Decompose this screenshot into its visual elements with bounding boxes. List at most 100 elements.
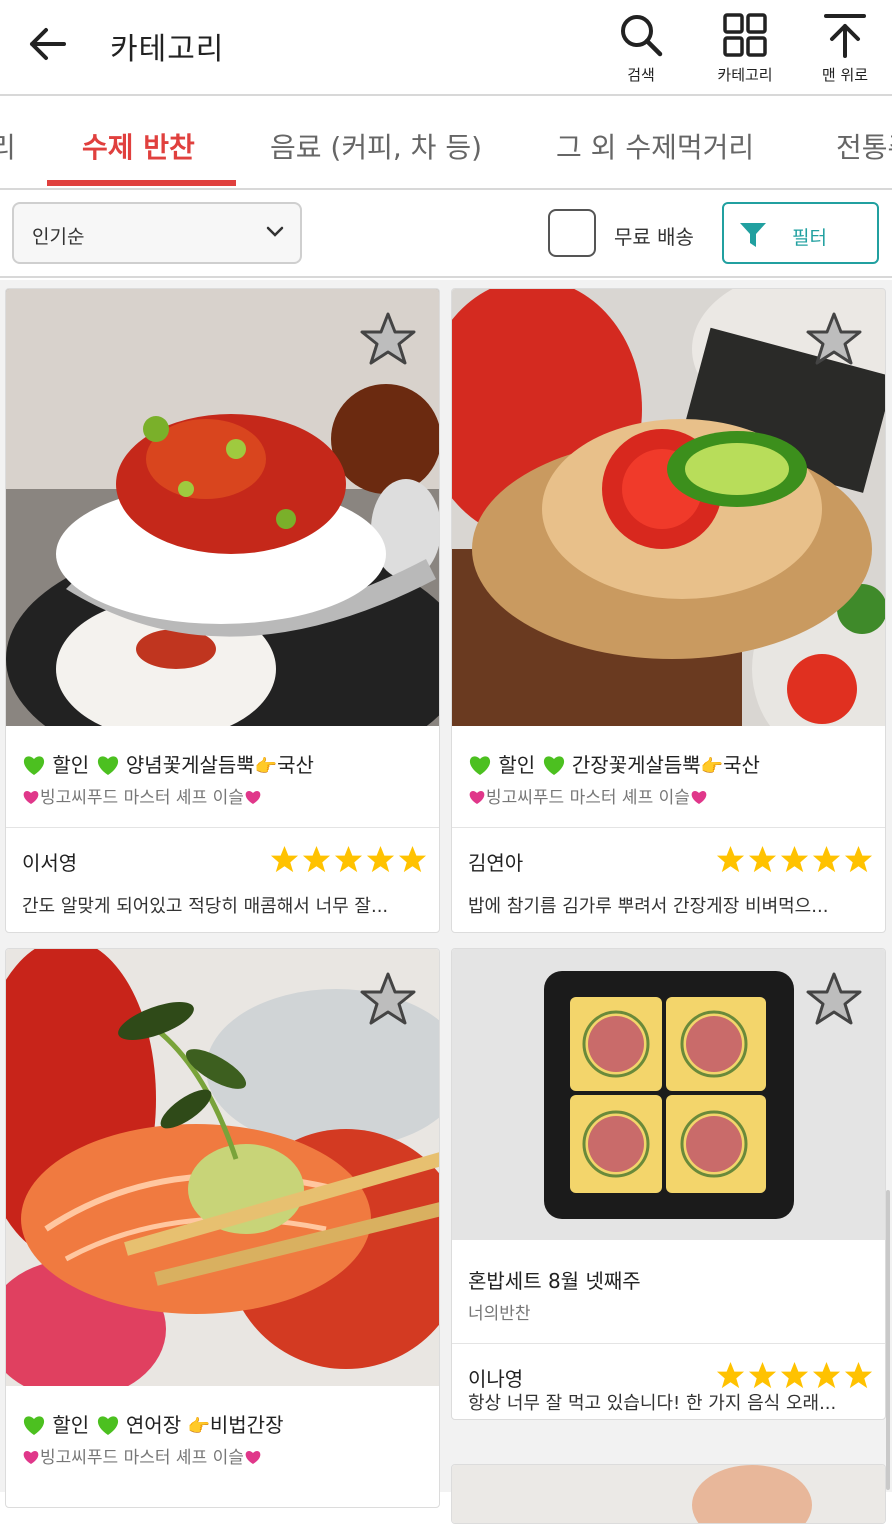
top-label: 맨 위로 bbox=[821, 66, 869, 84]
sparkle-heart-icon bbox=[245, 1451, 261, 1464]
scrollbar[interactable] bbox=[886, 1190, 890, 1490]
sort-dropdown[interactable]: 인기순 bbox=[12, 202, 302, 264]
tab-beverage[interactable]: 음료 (커피, 차 등) bbox=[270, 126, 482, 166]
product-name: 할인 간장꽃게살듬뿍👉국산 bbox=[468, 749, 760, 778]
product-name-origin: 국산 bbox=[277, 753, 314, 777]
rating-star-icon bbox=[270, 845, 299, 873]
free-shipping-checkbox[interactable] bbox=[548, 209, 596, 257]
reviewer-name: 이서영 bbox=[22, 851, 78, 875]
pointing-hand-icon: 👉 bbox=[187, 1416, 210, 1437]
product-name: 할인 양념꽃게살듬뿍👉국산 bbox=[22, 749, 314, 778]
seller-name-text: 빙고씨푸드 마스터 셰프 이슬 bbox=[40, 1448, 244, 1468]
tab-other-food[interactable]: 그 외 수제먹거리 bbox=[556, 126, 754, 166]
product-name-origin: 국산 bbox=[723, 753, 760, 777]
rating-star-icon bbox=[748, 1361, 777, 1389]
pointing-hand-icon: 👉 bbox=[700, 756, 724, 777]
favorite-star-icon[interactable] bbox=[805, 971, 863, 1029]
rating-star-icon bbox=[748, 845, 777, 873]
product-card[interactable]: 혼밥세트 8월 넷째주 너의반찬 이나영 항상 너무 잘 먹고 있습니다! 한 … bbox=[451, 948, 886, 1420]
sparkle-heart-icon bbox=[245, 791, 261, 804]
green-heart-icon bbox=[97, 756, 118, 775]
product-card[interactable]: 할인 양념꽃게살듬뿍👉국산 빙고씨푸드 마스터 셰프 이슬 이서영 간도 알맞게… bbox=[5, 288, 440, 933]
rating-star-icon bbox=[780, 845, 809, 873]
sparkle-heart-icon bbox=[691, 791, 707, 804]
rating-star-icon bbox=[716, 845, 745, 873]
sparkle-heart-icon bbox=[23, 1451, 39, 1464]
rating-star-icon bbox=[716, 1361, 745, 1389]
rating-star-icon bbox=[844, 845, 873, 873]
rating-star-icon bbox=[366, 845, 395, 873]
favorite-star-icon[interactable] bbox=[359, 971, 417, 1029]
green-heart-icon bbox=[23, 1416, 45, 1435]
product-name-main: 간장꽃게살듬뿍 bbox=[571, 753, 701, 777]
product-image bbox=[452, 1465, 885, 1523]
favorite-star-icon[interactable] bbox=[805, 311, 863, 369]
seller-name-text: 빙고씨푸드 마스터 셰프 이슬 bbox=[486, 788, 690, 808]
free-shipping-label: 무료 배송 bbox=[614, 225, 694, 249]
pointing-hand-icon: 👉 bbox=[254, 756, 278, 777]
search-label: 검색 bbox=[627, 66, 655, 84]
product-card[interactable] bbox=[451, 1464, 886, 1524]
product-name: 할인 연어장 👉비법간장 bbox=[22, 1409, 283, 1438]
product-name-origin: 비법간장 bbox=[209, 1413, 284, 1437]
green-heart-icon bbox=[97, 1416, 118, 1435]
rating-star-icon bbox=[398, 845, 427, 873]
rating-star-icon bbox=[812, 845, 841, 873]
product-name-discount: 할인 bbox=[52, 1413, 90, 1437]
filter-button[interactable]: 필터 bbox=[722, 202, 879, 264]
favorite-star-icon[interactable] bbox=[359, 311, 417, 369]
grid-icon bbox=[723, 13, 767, 57]
green-heart-icon bbox=[543, 756, 564, 775]
product-card[interactable]: 할인 간장꽃게살듬뿍👉국산 빙고씨푸드 마스터 셰프 이슬 김연아 밥에 참기름… bbox=[451, 288, 886, 933]
reviewer-name: 이나영 bbox=[468, 1367, 524, 1391]
arrow-up-icon bbox=[824, 14, 866, 58]
seller-name: 너의반찬 bbox=[468, 1304, 531, 1324]
product-name-discount: 할인 bbox=[498, 753, 536, 777]
seller-name: 빙고씨푸드 마스터 셰프 이슬 bbox=[468, 783, 708, 808]
sparkle-heart-icon bbox=[23, 791, 39, 804]
green-heart-icon bbox=[469, 756, 491, 775]
seller-name-text: 빙고씨푸드 마스터 셰프 이슬 bbox=[40, 788, 244, 808]
rating-star-icon bbox=[302, 845, 331, 873]
search-button[interactable]: 검색 bbox=[596, 8, 686, 90]
page-title: 카테고리 bbox=[110, 32, 225, 67]
rating-star-icon bbox=[780, 1361, 809, 1389]
search-icon bbox=[621, 15, 663, 57]
review-text: 항상 너무 잘 먹고 있습니다! 한 가지 음식 오래... bbox=[468, 1393, 837, 1414]
card-divider bbox=[6, 827, 439, 828]
rating-stars bbox=[716, 845, 873, 874]
card-divider bbox=[452, 827, 885, 828]
sort-value: 인기순 bbox=[32, 226, 85, 248]
product-name-main: 양념꽃게살듬뿍 bbox=[125, 753, 255, 777]
category-label: 카테고리 bbox=[717, 66, 773, 84]
rating-stars bbox=[270, 845, 427, 874]
filter-label: 필터 bbox=[792, 227, 827, 249]
green-heart-icon bbox=[23, 756, 45, 775]
rating-star-icon bbox=[334, 845, 363, 873]
review-text: 밥에 참기름 김가루 뿌려서 간장게장 비벼먹으... bbox=[468, 896, 829, 917]
seller-name: 빙고씨푸드 마스터 셰프 이슬 bbox=[22, 1443, 262, 1468]
scroll-top-button[interactable]: 맨 위로 bbox=[800, 8, 890, 90]
chevron-down-icon bbox=[266, 226, 284, 237]
tab-handmade-sidedish[interactable]: 수제 반찬 bbox=[82, 126, 195, 166]
sparkle-heart-icon bbox=[469, 791, 485, 804]
rating-stars bbox=[716, 1361, 873, 1390]
rating-star-icon bbox=[844, 1361, 873, 1389]
seller-name: 빙고씨푸드 마스터 셰프 이슬 bbox=[22, 783, 262, 808]
product-card[interactable]: 할인 연어장 👉비법간장 빙고씨푸드 마스터 셰프 이슬 bbox=[5, 948, 440, 1508]
tab-traditional-liquor[interactable]: 전통주 bbox=[836, 126, 892, 166]
category-tabs: 리 수제 반찬 음료 (커피, 차 등) 그 외 수제먹거리 전통주 bbox=[0, 98, 892, 190]
card-divider bbox=[452, 1343, 885, 1344]
product-grid: 할인 양념꽃게살듬뿍👉국산 빙고씨푸드 마스터 셰프 이슬 이서영 간도 알맞게… bbox=[0, 280, 892, 1524]
category-button[interactable]: 카테고리 bbox=[700, 8, 790, 90]
active-tab-indicator bbox=[47, 180, 236, 186]
reviewer-name: 김연아 bbox=[468, 851, 524, 875]
back-arrow-icon[interactable] bbox=[24, 20, 72, 68]
tab-prev[interactable]: 리 bbox=[0, 126, 16, 166]
review-text: 간도 알맞게 되어있고 적당히 매콤해서 너무 잘... bbox=[22, 896, 389, 917]
product-name-discount: 할인 bbox=[52, 753, 90, 777]
funnel-icon bbox=[740, 223, 766, 247]
rating-star-icon bbox=[812, 1361, 841, 1389]
app-header: 카테고리 검색 카테고리 맨 위로 bbox=[0, 0, 892, 96]
product-name-main: 연어장 bbox=[125, 1413, 182, 1437]
